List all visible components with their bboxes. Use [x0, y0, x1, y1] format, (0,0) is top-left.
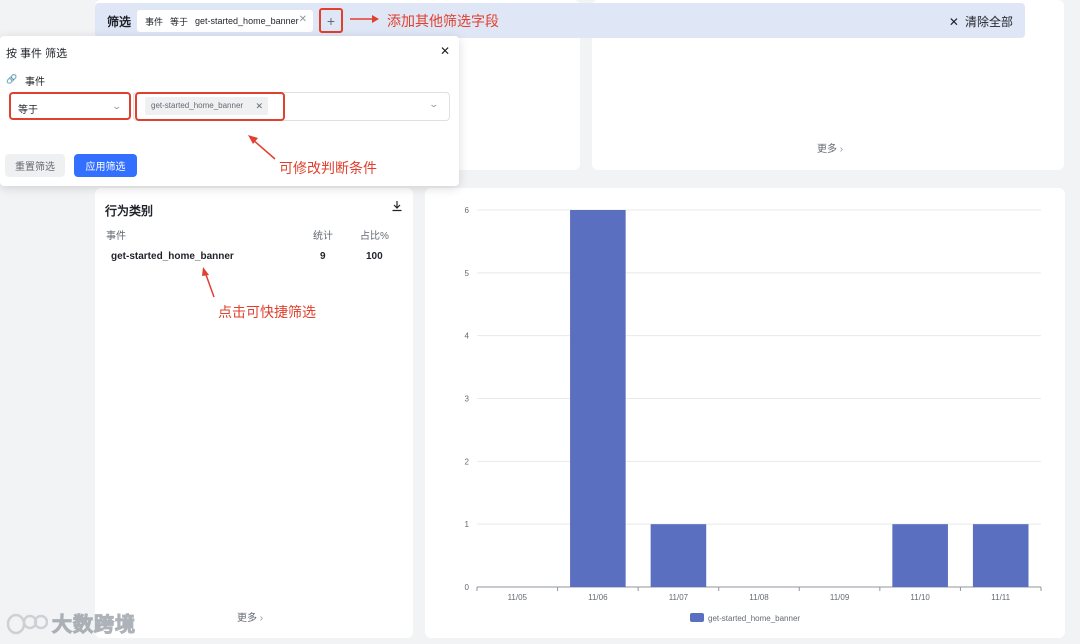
row-percent: 100: [366, 251, 383, 262]
active-filter-chip[interactable]: 事件 等于 get-started_home_banner ✕: [137, 10, 313, 32]
column-header-count: 统计: [313, 231, 333, 242]
reset-filter-button[interactable]: 重置筛选: [5, 154, 65, 177]
x-tick-label: 11/05: [508, 593, 528, 602]
x-tick-label: 11/08: [749, 593, 769, 602]
value-tag-label: get-started_home_banner: [151, 101, 244, 110]
watermark-text: 大数跨境: [52, 614, 136, 637]
bar: [892, 524, 948, 587]
behavior-category-card: 行为类别 事件 统计 占比% get-started_home_banner 9…: [95, 188, 413, 638]
annotation-arrow: [350, 15, 379, 23]
more-link[interactable]: 更多 ›: [237, 609, 263, 624]
x-tick-label: 11/10: [910, 593, 930, 602]
y-tick-label: 1: [465, 520, 470, 529]
clear-all-button[interactable]: ✕ 清除全部: [949, 13, 1013, 30]
popup-title: 按 事件 筛选: [6, 48, 68, 60]
bar: [972, 524, 1029, 587]
close-icon[interactable]: ✕: [255, 97, 263, 115]
close-icon[interactable]: ✕: [440, 44, 450, 58]
chip-field: 事件: [145, 16, 164, 27]
legend-label: get-started_home_banner: [708, 614, 800, 623]
field-label: 事件: [25, 77, 45, 88]
y-tick-label: 5: [465, 269, 470, 278]
bar: [650, 524, 707, 587]
behavior-card-title: 行为类别: [105, 204, 154, 218]
filter-popup: 按 事件 筛选 ✕ 🔗 事件 等于 ⌄ ⌄ get-started_home_b…: [0, 36, 459, 186]
watermark-icon: [6, 613, 48, 634]
bar-chart: 0 1 2 3 4 5 6 11/05 11/06 11/07 11/08 11/09 11/10 11/…: [465, 206, 1042, 623]
annotation-modify-condition: 可修改判断条件: [279, 160, 377, 176]
bar: [570, 210, 626, 587]
y-tick-label: 4: [465, 332, 470, 341]
operator-select[interactable]: 等于 ⌄: [9, 92, 131, 120]
download-icon[interactable]: [391, 200, 403, 212]
y-tick-label: 0: [465, 583, 470, 592]
y-tick-label: 6: [465, 206, 470, 215]
x-tick-label: 11/09: [830, 593, 850, 602]
operator-value: 等于: [18, 105, 38, 116]
chip-operator: 等于: [170, 16, 189, 27]
clear-all-label: 清除全部: [964, 15, 1013, 29]
row-count: 9: [320, 251, 326, 262]
close-icon[interactable]: ✕: [299, 14, 307, 25]
annotation-arrow: [202, 267, 215, 298]
y-tick-label: 2: [465, 457, 470, 466]
x-tick-label: 11/07: [669, 593, 689, 602]
annotation-quick-filter: 点击可快捷筛选: [218, 304, 316, 320]
more-link[interactable]: 更多 ›: [817, 140, 843, 155]
close-icon: ✕: [948, 15, 959, 29]
link-icon: 🔗: [6, 74, 18, 84]
row-event-name[interactable]: get-started_home_banner: [111, 251, 234, 262]
annotation-add-field: 添加其他筛选字段: [387, 13, 499, 29]
filter-bar: 筛选 事件 等于 get-started_home_banner ✕ + ✕ 清除…: [95, 3, 1025, 38]
value-tag[interactable]: get-started_home_banner ✕: [145, 97, 268, 115]
column-header-percent: 占比%: [360, 231, 389, 242]
y-tick-label: 3: [465, 395, 470, 404]
chevron-down-icon: ⌄: [428, 99, 440, 109]
filter-bar-label: 筛选: [107, 15, 132, 29]
watermark-logo: 大数跨境: [6, 608, 136, 637]
column-header-event: 事件: [106, 231, 126, 242]
annotation-arrow: [248, 135, 276, 160]
add-filter-button[interactable]: +: [319, 8, 343, 33]
x-tick-label: 11/06: [588, 593, 608, 602]
apply-filter-button[interactable]: 应用筛选: [74, 154, 137, 177]
chevron-down-icon: ⌄: [111, 101, 123, 111]
legend-swatch: [690, 613, 704, 622]
x-tick-label: 11/11: [991, 593, 1010, 602]
chip-value: get-started_home_banner: [195, 16, 299, 26]
chart-card: 0 1 2 3 4 5 6 11/05 11/06 11/07 11/08 11/09 11/10 11/…: [425, 188, 1065, 638]
